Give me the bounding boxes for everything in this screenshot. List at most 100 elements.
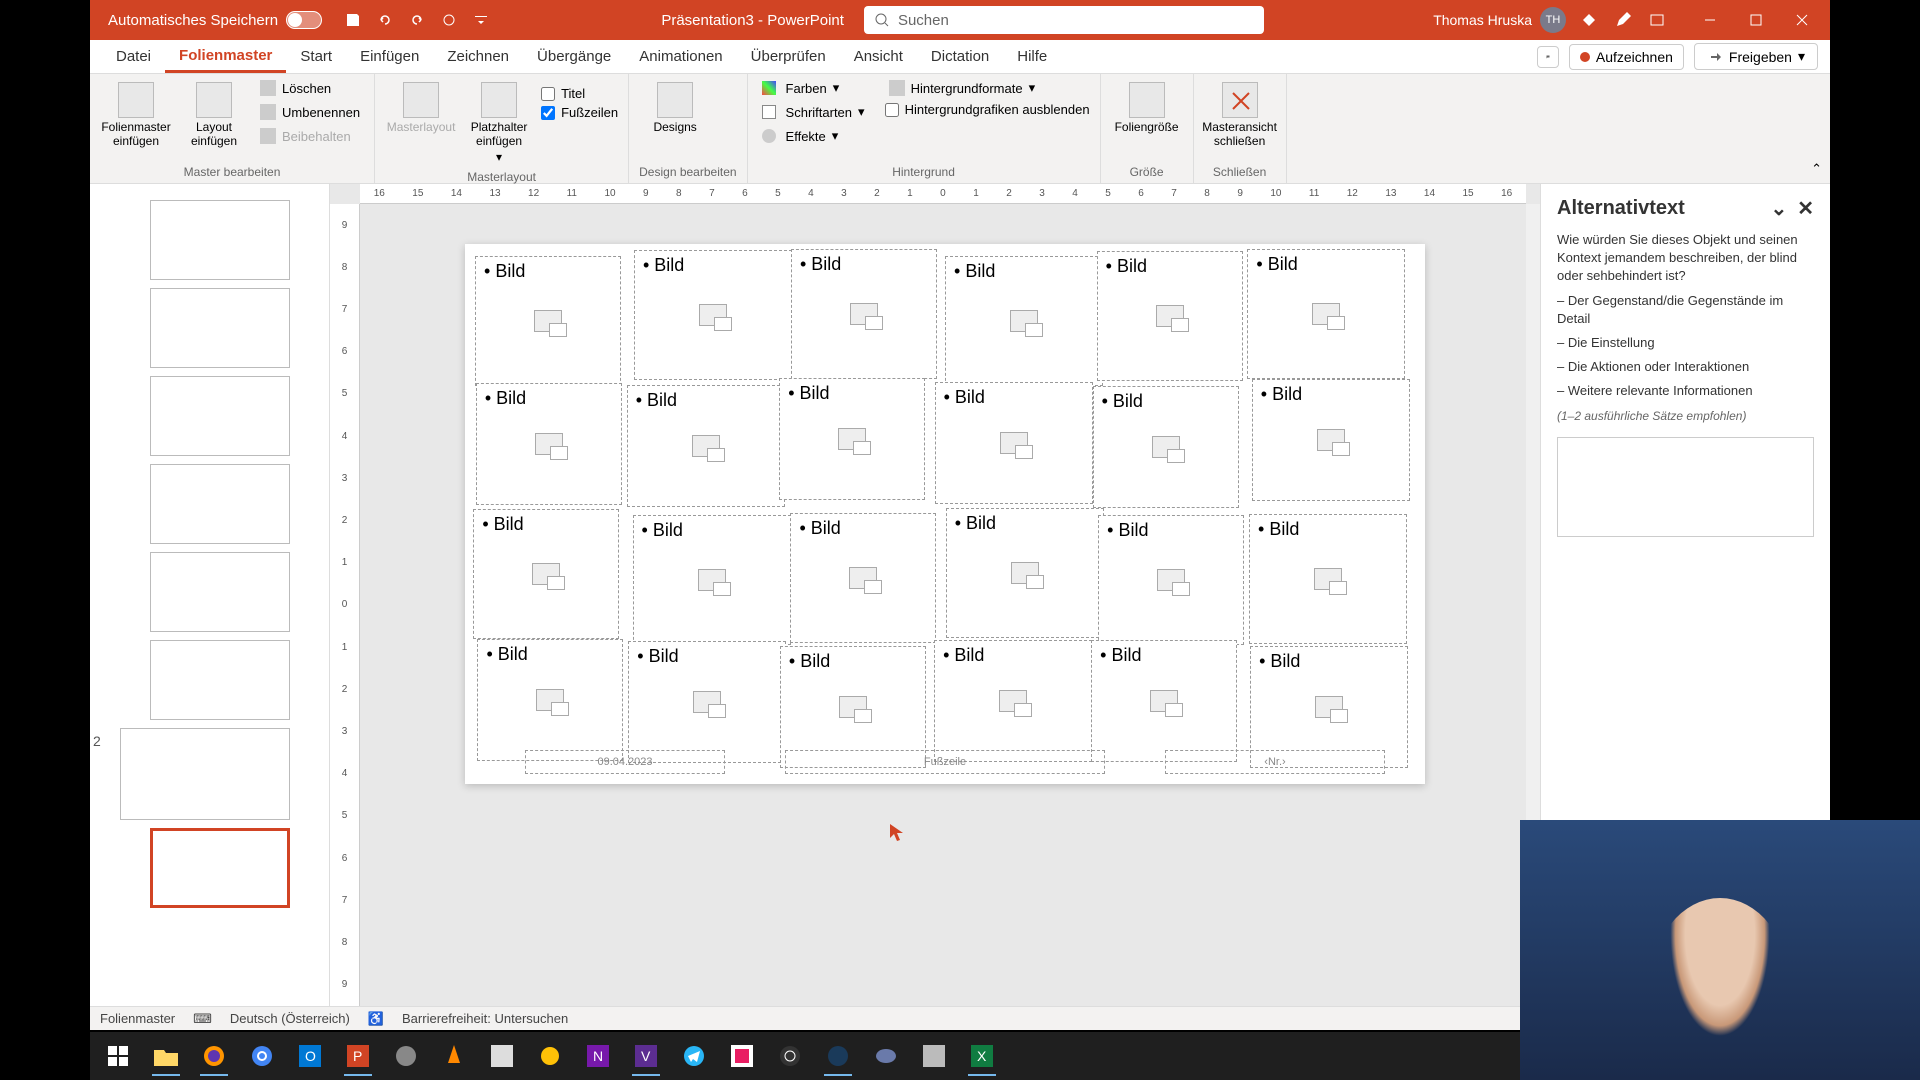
layout-thumbnail[interactable] (150, 464, 290, 544)
layout-thumbnail[interactable] (150, 288, 290, 368)
image-placeholder[interactable]: Bild (791, 249, 937, 379)
file-explorer-icon[interactable] (144, 1036, 188, 1076)
comments-icon[interactable] (1537, 46, 1559, 68)
image-placeholder[interactable]: Bild (945, 256, 1103, 386)
layout-thumbnail[interactable] (150, 376, 290, 456)
fonts-button[interactable]: Schriftarten ▾ (758, 102, 869, 122)
delete-button[interactable]: Löschen (256, 78, 364, 98)
app-icon[interactable] (816, 1036, 860, 1076)
slide-number-placeholder[interactable]: ‹Nr.› (1165, 750, 1385, 774)
close-pane-icon[interactable]: ✕ (1797, 196, 1814, 221)
layout-thumbnail[interactable] (150, 552, 290, 632)
image-placeholder[interactable]: Bild (627, 385, 785, 507)
status-lang-icon[interactable]: ⌨ (193, 1011, 212, 1027)
status-access-icon[interactable]: ♿ (368, 1011, 384, 1027)
image-placeholder[interactable]: Bild (473, 509, 619, 639)
toggle-switch[interactable] (286, 11, 322, 29)
tab-hilfe[interactable]: Hilfe (1003, 42, 1061, 71)
tab-dictation[interactable]: Dictation (917, 42, 1003, 71)
image-placeholder[interactable]: Bild (628, 641, 786, 763)
tab-start[interactable]: Start (286, 42, 346, 71)
tab-ansicht[interactable]: Ansicht (840, 42, 917, 71)
layout-thumbnail-selected[interactable] (150, 828, 290, 908)
tab-uebergaenge[interactable]: Übergänge (523, 42, 625, 71)
app-icon[interactable] (384, 1036, 428, 1076)
maximize-button[interactable] (1736, 5, 1776, 35)
slide-size-button[interactable]: Foliengröße (1111, 78, 1183, 138)
tab-folienmaster[interactable]: Folienmaster (165, 41, 286, 73)
app-icon[interactable] (528, 1036, 572, 1076)
image-placeholder[interactable]: Bild (1247, 249, 1405, 379)
image-placeholder[interactable]: Bild (935, 382, 1093, 504)
effects-button[interactable]: Effekte ▾ (758, 126, 869, 146)
pen-icon[interactable] (1612, 9, 1634, 31)
insert-placeholder-button[interactable]: Platzhalter einfügen▾ (463, 78, 535, 168)
image-placeholder[interactable]: Bild (1252, 379, 1410, 501)
touch-mode-icon[interactable] (438, 9, 460, 31)
redo-icon[interactable] (406, 9, 428, 31)
layout-thumbnail[interactable] (150, 200, 290, 280)
close-master-view-button[interactable]: Masteransicht schließen (1204, 78, 1276, 152)
user-account[interactable]: Thomas Hruska TH (1433, 7, 1566, 33)
app-icon[interactable] (720, 1036, 764, 1076)
autosave-toggle[interactable]: Automatisches Speichern (108, 11, 322, 29)
hide-bg-graphics-checkbox[interactable]: Hintergrundgrafiken ausblenden (885, 102, 1090, 117)
tab-animationen[interactable]: Animationen (625, 42, 736, 71)
image-placeholder[interactable]: Bild (634, 250, 792, 380)
image-placeholder[interactable]: Bild (476, 383, 622, 505)
excel-icon[interactable]: X (960, 1036, 1004, 1076)
tab-zeichnen[interactable]: Zeichnen (433, 42, 523, 71)
image-placeholder[interactable]: Bild (1097, 251, 1243, 381)
close-button[interactable] (1782, 5, 1822, 35)
powerpoint-icon[interactable]: P (336, 1036, 380, 1076)
share-button[interactable]: Freigeben ▾ (1694, 43, 1818, 70)
colors-button[interactable]: Farben ▾ (758, 78, 869, 98)
themes-button[interactable]: Designs (639, 78, 711, 138)
app-icon[interactable] (912, 1036, 956, 1076)
search-input[interactable]: Suchen (864, 6, 1264, 34)
slide-thumbnails-pane[interactable]: 2 (90, 184, 330, 1006)
app-icon[interactable] (864, 1036, 908, 1076)
collapse-ribbon-icon[interactable]: ⌃ (1811, 161, 1822, 177)
image-placeholder[interactable]: Bild (946, 508, 1104, 638)
firefox-icon[interactable] (192, 1036, 236, 1076)
visual-studio-icon[interactable]: V (624, 1036, 668, 1076)
insert-layout-button[interactable]: Layout einfügen (178, 78, 250, 152)
vlc-icon[interactable] (432, 1036, 476, 1076)
image-placeholder[interactable]: Bild (633, 515, 791, 645)
collapse-pane-icon[interactable]: ⌄ (1770, 196, 1787, 221)
preserve-button[interactable]: Beibehalten (256, 126, 364, 146)
master-thumbnail[interactable]: 2 (120, 728, 290, 820)
image-placeholder[interactable]: Bild (477, 639, 623, 761)
image-placeholder[interactable]: Bild (1093, 386, 1239, 508)
chrome-icon[interactable] (240, 1036, 284, 1076)
footers-checkbox[interactable]: Fußzeilen (541, 105, 618, 120)
insert-slide-master-button[interactable]: Folienmaster einfügen (100, 78, 172, 152)
image-placeholder[interactable]: Bild (779, 378, 925, 500)
record-button[interactable]: Aufzeichnen (1569, 44, 1684, 70)
image-placeholder[interactable]: Bild (1091, 640, 1237, 762)
background-styles-button[interactable]: Hintergrundformate ▾ (885, 78, 1090, 98)
image-placeholder[interactable]: Bild (475, 256, 621, 386)
date-placeholder[interactable]: 09.04.2023 (525, 750, 725, 774)
image-placeholder[interactable]: Bild (1098, 515, 1244, 645)
save-icon[interactable] (342, 9, 364, 31)
image-placeholder[interactable]: Bild (934, 640, 1092, 762)
tab-einfuegen[interactable]: Einfügen (346, 42, 433, 71)
rename-button[interactable]: Umbenennen (256, 102, 364, 122)
undo-icon[interactable] (374, 9, 396, 31)
diamond-icon[interactable] (1578, 9, 1600, 31)
window-icon[interactable] (1646, 9, 1668, 31)
image-placeholder[interactable]: Bild (790, 513, 936, 643)
status-access[interactable]: Barrierefreiheit: Untersuchen (402, 1011, 568, 1026)
status-lang[interactable]: Deutsch (Österreich) (230, 1011, 350, 1026)
image-placeholder[interactable]: Bild (1249, 514, 1407, 644)
tab-ueberpruefen[interactable]: Überprüfen (737, 42, 840, 71)
slide-canvas[interactable]: BildBildBildBildBildBildBildBildBildBild… (465, 244, 1425, 784)
title-checkbox[interactable]: Titel (541, 86, 618, 101)
layout-thumbnail[interactable] (150, 640, 290, 720)
obs-icon[interactable] (768, 1036, 812, 1076)
telegram-icon[interactable] (672, 1036, 716, 1076)
onenote-icon[interactable]: N (576, 1036, 620, 1076)
app-icon[interactable] (480, 1036, 524, 1076)
